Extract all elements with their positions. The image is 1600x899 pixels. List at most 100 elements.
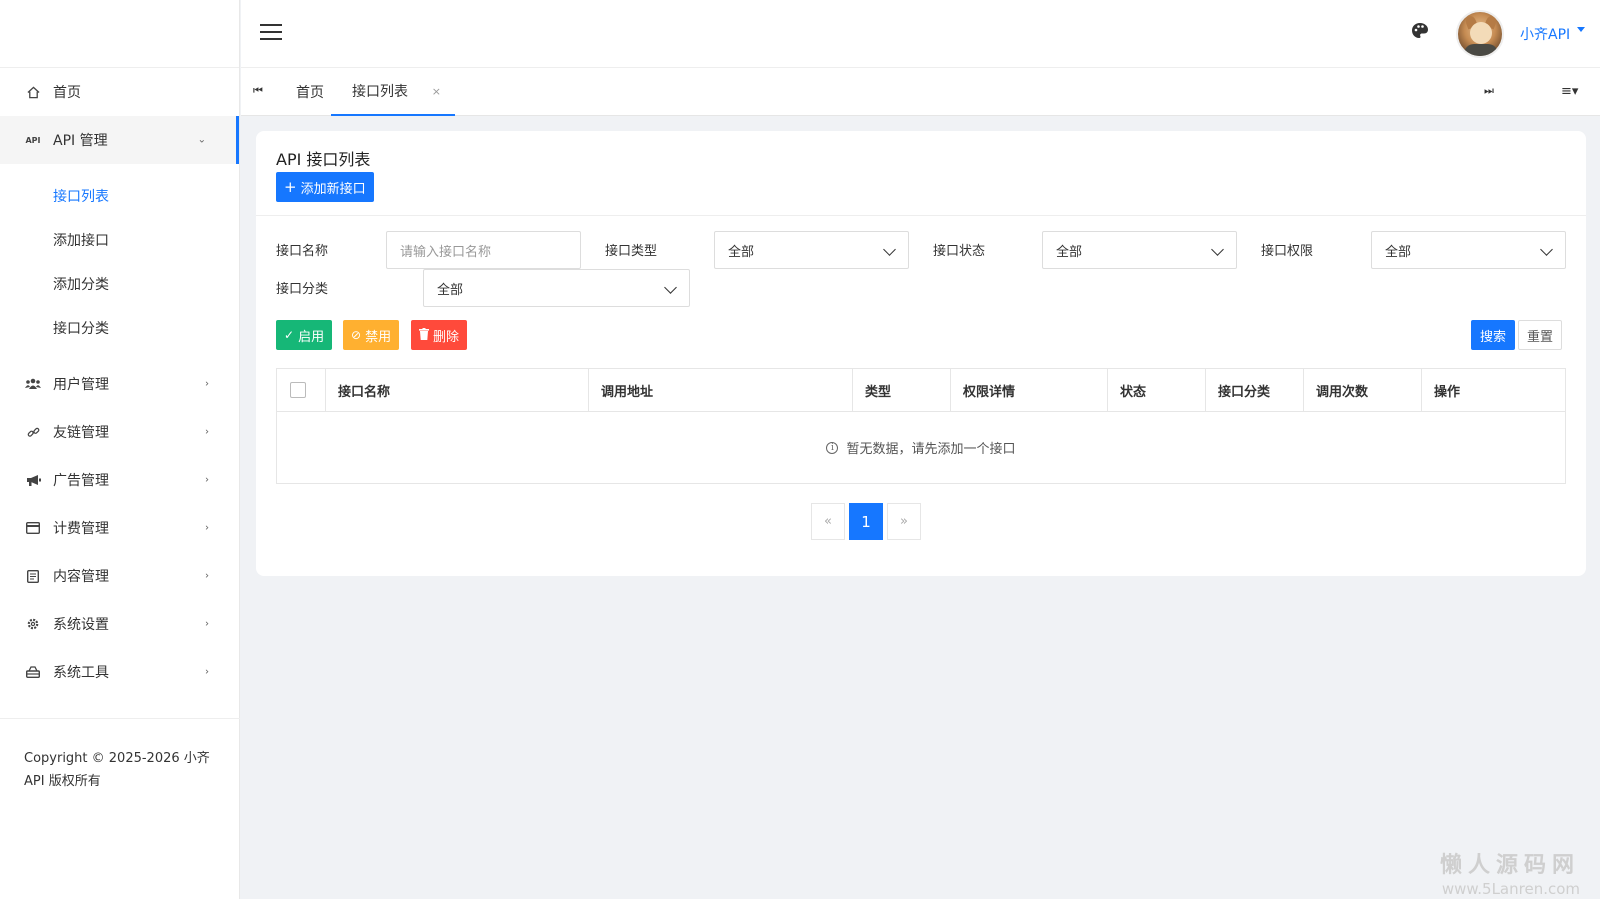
home-icon <box>25 84 41 100</box>
sidebar-item-label: 内容管理 <box>53 569 109 585</box>
sidebar-item-api[interactable]: API API 管理 ⌄ <box>0 116 239 164</box>
filter-label-status: 接口状态 <box>933 244 986 259</box>
tab-api-list[interactable]: 接口列表 × <box>331 68 455 116</box>
megaphone-icon <box>25 472 41 488</box>
sidebar-item-label: 系统工具 <box>53 665 109 681</box>
chevron-right-icon: › <box>205 426 209 438</box>
pagination: « 1 » <box>811 503 925 540</box>
tabs-bar: ⏮ 首页 接口列表 × ⏭ ≡▾ <box>241 68 1600 116</box>
sidebar-item-billing[interactable]: 计费管理 › <box>0 504 239 552</box>
column-header[interactable]: 调用地址 <box>589 369 853 411</box>
api-table: 接口名称 调用地址 类型 权限详情 状态 接口分类 调用次数 操作 i 暂无数据… <box>276 368 1566 484</box>
user-name[interactable]: 小齐API <box>1520 24 1570 44</box>
caret-down-icon[interactable] <box>1577 27 1585 32</box>
select-value: 全部 <box>728 244 755 260</box>
add-api-label: 添加新接口 <box>300 181 366 197</box>
sidebar-item-tools[interactable]: 系统工具 › <box>0 648 239 696</box>
empty-text: 暂无数据，请先添加一个接口 <box>846 442 1016 457</box>
copyright: Copyright © 2025-2026 小齐 API 版权所有 <box>0 718 240 793</box>
logo-area <box>0 0 239 68</box>
sidebar-item-label: 友链管理 <box>53 425 109 441</box>
top-header: 小齐API <box>241 0 1600 68</box>
sidebar-item-links[interactable]: 友链管理 › <box>0 408 239 456</box>
column-header[interactable]: 调用次数 <box>1304 369 1422 411</box>
gear-icon <box>25 616 41 632</box>
add-api-button[interactable]: + 添加新接口 <box>276 172 374 202</box>
api-submenu: 接口列表 添加接口 添加分类 接口分类 <box>0 164 239 360</box>
submenu-item-api-category[interactable]: 接口分类 <box>0 306 239 350</box>
close-icon[interactable]: × <box>432 85 441 98</box>
submenu-item-add-api[interactable]: 添加接口 <box>0 218 239 262</box>
next-page-button[interactable]: » <box>887 503 921 540</box>
sidebar-item-ads[interactable]: 广告管理 › <box>0 456 239 504</box>
submenu-item-add-category[interactable]: 添加分类 <box>0 262 239 306</box>
delete-label: 删除 <box>433 329 460 345</box>
reset-button[interactable]: 重置 <box>1518 320 1563 350</box>
sidebar-item-label: 计费管理 <box>53 521 109 537</box>
submenu-item-api-list[interactable]: 接口列表 <box>0 174 239 218</box>
check-icon: ✓ <box>284 328 295 342</box>
sidebar-item-content[interactable]: 内容管理 › <box>0 552 239 600</box>
select-value: 全部 <box>1056 244 1083 260</box>
column-header[interactable]: 状态 <box>1108 369 1206 411</box>
tab-menu-icon[interactable]: ≡▾ <box>1561 84 1578 99</box>
sidebar-item-label: API 管理 <box>53 133 108 149</box>
table-header: 接口名称 调用地址 类型 权限详情 状态 接口分类 调用次数 操作 <box>277 369 1565 412</box>
chevron-right-icon: › <box>205 570 209 582</box>
column-header[interactable]: 类型 <box>853 369 951 411</box>
sidebar-item-users[interactable]: 用户管理 › <box>0 360 239 408</box>
select-value: 全部 <box>437 282 464 298</box>
chevron-right-icon: › <box>205 474 209 486</box>
sidebar-item-home[interactable]: 首页 <box>0 68 239 116</box>
empty-state: i 暂无数据，请先添加一个接口 <box>277 412 1565 483</box>
card-header: API 接口列表 + 添加新接口 <box>256 131 1586 216</box>
enable-button[interactable]: ✓ 启用 <box>276 320 333 350</box>
sidebar-item-label: 广告管理 <box>53 473 109 489</box>
link-icon <box>25 424 41 440</box>
tab-home[interactable]: 首页 <box>296 68 324 116</box>
api-type-select[interactable]: 全部 <box>714 231 909 269</box>
tab-label: 首页 <box>296 85 324 101</box>
api-category-select[interactable]: 全部 <box>423 269 690 307</box>
sidebar-item-label: 系统设置 <box>53 617 109 633</box>
filter-label-category: 接口分类 <box>276 282 329 297</box>
api-status-select[interactable]: 全部 <box>1042 231 1237 269</box>
filter-label-name: 接口名称 <box>276 244 329 259</box>
tab-scroll-right-icon[interactable]: ⏭ <box>1484 84 1494 98</box>
chevron-right-icon: › <box>205 618 209 630</box>
chevron-down-icon <box>664 281 677 294</box>
column-header[interactable]: 操作 <box>1422 369 1565 411</box>
document-icon <box>25 568 41 584</box>
column-header[interactable]: 接口名称 <box>326 369 589 411</box>
prev-page-button[interactable]: « <box>811 503 845 540</box>
search-button[interactable]: 搜索 <box>1471 320 1516 350</box>
disable-button[interactable]: ⊘ 禁用 <box>343 320 400 350</box>
filter-label-type: 接口类型 <box>605 244 658 259</box>
column-header[interactable]: 权限详情 <box>951 369 1108 411</box>
select-all-checkbox[interactable] <box>290 382 306 398</box>
palette-icon[interactable] <box>1411 22 1431 42</box>
select-all-cell <box>277 369 326 411</box>
copyright-line: API 版权所有 <box>24 774 101 789</box>
tab-scroll-left-icon[interactable]: ⏮ <box>253 84 263 98</box>
users-icon <box>25 376 41 392</box>
delete-button[interactable]: 删除 <box>411 320 468 350</box>
chevron-right-icon: › <box>205 666 209 678</box>
watermark-url: www.5Lanren.com <box>1441 880 1580 898</box>
chevron-down-icon <box>1211 243 1224 256</box>
disable-label: 禁用 <box>365 329 392 345</box>
api-permission-select[interactable]: 全部 <box>1371 231 1566 269</box>
menu-toggle-icon[interactable] <box>260 24 282 42</box>
sidebar-item-settings[interactable]: 系统设置 › <box>0 600 239 648</box>
column-header[interactable]: 接口分类 <box>1206 369 1304 411</box>
chevron-down-icon <box>1540 243 1553 256</box>
page-number-button[interactable]: 1 <box>849 503 883 540</box>
watermark: 懒人源码网 www.5Lanren.com <box>1440 847 1580 898</box>
trash-icon <box>419 327 429 343</box>
api-list-card: API 接口列表 + 添加新接口 接口名称 请输入接口名称 接口类型 全部 接口… <box>256 131 1586 576</box>
avatar[interactable] <box>1456 10 1504 58</box>
page-title: API 接口列表 <box>276 150 371 169</box>
api-name-input[interactable]: 请输入接口名称 <box>386 231 581 269</box>
select-value: 全部 <box>1385 244 1412 260</box>
plus-icon: + <box>284 178 297 196</box>
